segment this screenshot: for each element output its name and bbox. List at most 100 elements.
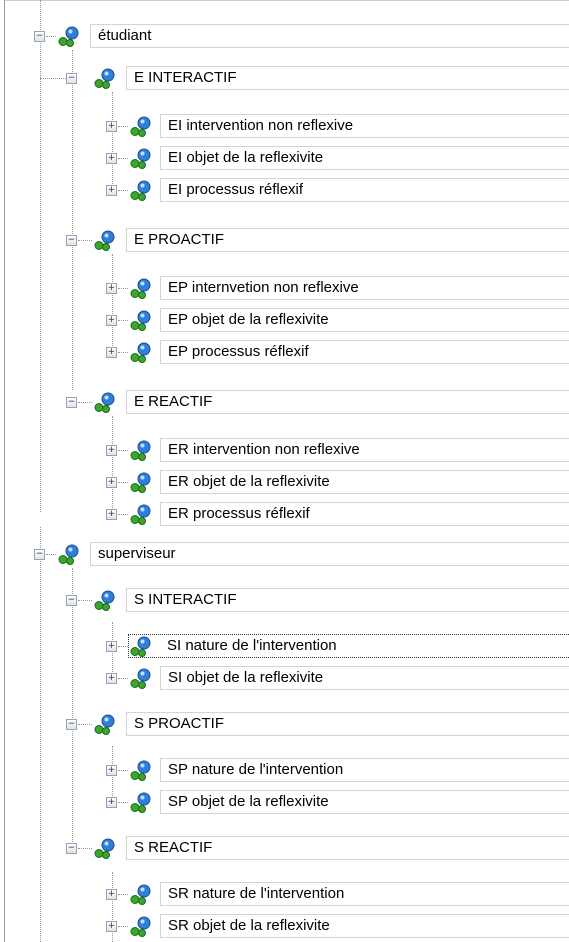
node-network-icon: [130, 180, 151, 201]
node-label: E REACTIF: [126, 390, 569, 414]
tree-line: [118, 126, 128, 127]
tree-node-item[interactable]: + SI objet de la reflexivite: [0, 664, 569, 692]
expand-toggle[interactable]: +: [106, 283, 117, 294]
tree-line: [46, 554, 56, 555]
node-network-icon: [130, 116, 151, 137]
node-label-selected: SI nature de l'intervention: [128, 634, 569, 658]
node-label: ER processus réflexif: [160, 502, 569, 526]
expand-toggle[interactable]: +: [106, 121, 117, 132]
node-network-icon: [130, 148, 151, 169]
expand-toggle[interactable]: +: [106, 765, 117, 776]
expand-toggle[interactable]: +: [106, 315, 117, 326]
node-label: EI intervention non reflexive: [160, 114, 569, 138]
collapse-toggle[interactable]: −: [66, 843, 77, 854]
node-label: ER intervention non reflexive: [160, 438, 569, 462]
tree-line: [46, 36, 56, 37]
node-label: S INTERACTIF: [126, 588, 569, 612]
tree-node-e-interactif[interactable]: − E INTERACTIF: [0, 64, 569, 92]
node-label: EP processus réflexif: [160, 340, 569, 364]
collapse-toggle[interactable]: −: [66, 397, 77, 408]
tree-node-item[interactable]: + EI objet de la reflexivite: [0, 144, 569, 172]
node-network-icon: [130, 916, 151, 937]
tree-node-item[interactable]: + ER intervention non reflexive: [0, 436, 569, 464]
tree-node-item[interactable]: + EP objet de la reflexivite: [0, 306, 569, 334]
tree-line: [118, 158, 128, 159]
tree-line: [78, 724, 92, 725]
tree-line: [118, 770, 128, 771]
tree-node-item[interactable]: + SI nature de l'intervention: [0, 632, 569, 660]
tree-node-etudiant[interactable]: − étudiant: [0, 22, 569, 50]
collapse-toggle[interactable]: −: [66, 719, 77, 730]
expand-toggle[interactable]: +: [106, 185, 117, 196]
node-network-icon: [94, 68, 115, 89]
frame-top-border: [4, 0, 569, 1]
node-label: ER objet de la reflexivite: [160, 470, 569, 494]
tree-node-item[interactable]: + SP nature de l'intervention: [0, 756, 569, 784]
tree-node-item[interactable]: + SR nature de l'intervention: [0, 880, 569, 908]
node-network-icon: [130, 310, 151, 331]
node-label: EP internvetion non reflexive: [160, 276, 569, 300]
expand-toggle[interactable]: +: [106, 347, 117, 358]
tree-node-s-reactif[interactable]: − S REACTIF: [0, 834, 569, 862]
tree-node-s-interactif[interactable]: − S INTERACTIF: [0, 586, 569, 614]
tree-line: [118, 482, 128, 483]
tree-node-item[interactable]: + EI processus réflexif: [0, 176, 569, 204]
node-label: EP objet de la reflexivite: [160, 308, 569, 332]
tree-line: [78, 848, 92, 849]
tree-line: [118, 678, 128, 679]
node-label: E PROACTIF: [126, 228, 569, 252]
node-network-icon: [94, 230, 115, 251]
expand-toggle[interactable]: +: [106, 641, 117, 652]
tree-line: [118, 450, 128, 451]
expand-toggle[interactable]: +: [106, 477, 117, 488]
tree-node-item[interactable]: + ER objet de la reflexivite: [0, 468, 569, 496]
tree-line: [118, 514, 128, 515]
tree-line: [78, 600, 92, 601]
tree-node-item[interactable]: + EP processus réflexif: [0, 338, 569, 366]
node-network-icon: [94, 392, 115, 413]
node-network-icon: [130, 472, 151, 493]
node-label: SR nature de l'intervention: [160, 882, 569, 906]
tree-node-item[interactable]: + SP objet de la reflexivite: [0, 788, 569, 816]
node-network-icon: [130, 278, 151, 299]
collapse-toggle[interactable]: −: [66, 73, 77, 84]
tree-line: [118, 894, 128, 895]
tree-node-item[interactable]: + EP internvetion non reflexive: [0, 274, 569, 302]
collapse-toggle[interactable]: −: [66, 235, 77, 246]
tree-node-item[interactable]: + SR objet de la reflexivite: [0, 912, 569, 940]
tree-node-s-proactif[interactable]: − S PROACTIF: [0, 710, 569, 738]
collapse-toggle[interactable]: −: [66, 595, 77, 606]
tree-node-superviseur[interactable]: − superviseur: [0, 540, 569, 568]
expand-toggle[interactable]: +: [106, 889, 117, 900]
node-network-icon: [130, 760, 151, 781]
node-network-icon: [94, 590, 115, 611]
collapse-toggle[interactable]: −: [34, 31, 45, 42]
tree-line: [118, 320, 128, 321]
tree-view: − étudiant − E INTERACTIF + EI intervent…: [0, 0, 569, 942]
node-network-icon: [58, 544, 79, 565]
expand-toggle[interactable]: +: [106, 673, 117, 684]
node-network-icon: [130, 792, 151, 813]
node-label: SP nature de l'intervention: [160, 758, 569, 782]
tree-node-item[interactable]: + EI intervention non reflexive: [0, 112, 569, 140]
collapse-toggle[interactable]: −: [34, 549, 45, 560]
node-label: E INTERACTIF: [126, 66, 569, 90]
tree-node-e-reactif[interactable]: − E REACTIF: [0, 388, 569, 416]
node-network-icon: [94, 838, 115, 859]
tree-line: [118, 190, 128, 191]
node-label: SR objet de la reflexivite: [160, 914, 569, 938]
expand-toggle[interactable]: +: [106, 445, 117, 456]
tree-node-e-proactif[interactable]: − E PROACTIF: [0, 226, 569, 254]
node-label: SP objet de la reflexivite: [160, 790, 569, 814]
tree-node-item[interactable]: + ER processus réflexif: [0, 500, 569, 528]
expand-toggle[interactable]: +: [106, 797, 117, 808]
expand-toggle[interactable]: +: [106, 921, 117, 932]
node-label: superviseur: [90, 542, 569, 566]
node-label: SI objet de la reflexivite: [160, 666, 569, 690]
node-network-icon: [130, 884, 151, 905]
tree-line: [118, 802, 128, 803]
node-label: EI processus réflexif: [160, 178, 569, 202]
expand-toggle[interactable]: +: [106, 153, 117, 164]
tree-line: [78, 402, 92, 403]
expand-toggle[interactable]: +: [106, 509, 117, 520]
